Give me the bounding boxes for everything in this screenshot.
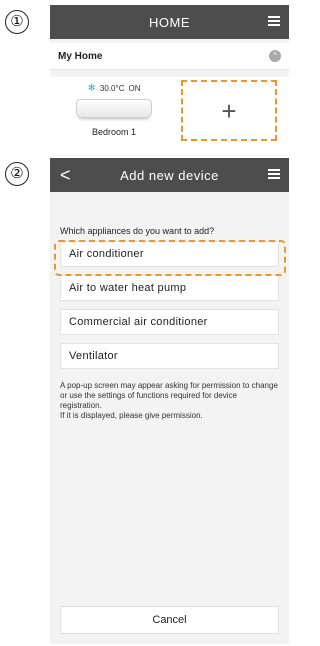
option-air-to-water-heat-pump[interactable]: Air to water heat pump [60, 275, 279, 301]
home-header: HOME [50, 5, 289, 39]
my-home-label: My Home [58, 50, 103, 62]
question-text: Which appliances do you want to add? [60, 226, 215, 236]
my-home-row[interactable]: My Home ^ [50, 43, 289, 70]
permission-note-line: If it is displayed, please give permissi… [60, 411, 203, 420]
permission-note-line: A pop-up screen may appear asking for pe… [60, 381, 278, 410]
add-device-screen: < Add new device Which appliances do you… [50, 158, 289, 644]
menu-icon[interactable] [268, 16, 280, 26]
option-ventilator[interactable]: Ventilator [60, 343, 279, 369]
device-power: ON [128, 84, 141, 93]
device-cards: ❄ 30.0°C ON Bedroom 1 + [50, 77, 289, 155]
plus-icon: + [221, 95, 237, 126]
device-name: Bedroom 1 [91, 127, 137, 137]
collapse-icon[interactable]: ^ [269, 50, 281, 62]
add-device-header: < Add new device [50, 158, 289, 192]
menu-icon[interactable] [268, 169, 280, 179]
device-card-bedroom[interactable]: ❄ 30.0°C ON Bedroom 1 [64, 83, 164, 151]
add-device-title: Add new device [120, 167, 219, 183]
step-number-1: ① [5, 10, 29, 34]
appliance-options: Air conditioner Air to water heat pump C… [50, 241, 289, 369]
permission-note: A pop-up screen may appear asking for pe… [60, 381, 279, 421]
air-conditioner-icon [76, 99, 152, 118]
device-temperature: 30.0°C [99, 84, 125, 93]
home-header-title: HOME [149, 14, 190, 30]
cancel-area: Cancel [50, 598, 289, 644]
step-number-2: ② [5, 162, 29, 186]
back-icon[interactable]: < [60, 165, 71, 185]
snowflake-icon: ❄ [87, 83, 96, 94]
device-status: ❄ 30.0°C ON [64, 83, 164, 94]
add-device-button[interactable]: + [181, 80, 277, 141]
option-commercial-air-conditioner[interactable]: Commercial air conditioner [60, 309, 279, 335]
cancel-button[interactable]: Cancel [60, 606, 279, 634]
home-screen: HOME My Home ^ ❄ 30.0°C ON Bedroom 1 + [50, 5, 289, 156]
option-air-conditioner[interactable]: Air conditioner [60, 241, 279, 267]
